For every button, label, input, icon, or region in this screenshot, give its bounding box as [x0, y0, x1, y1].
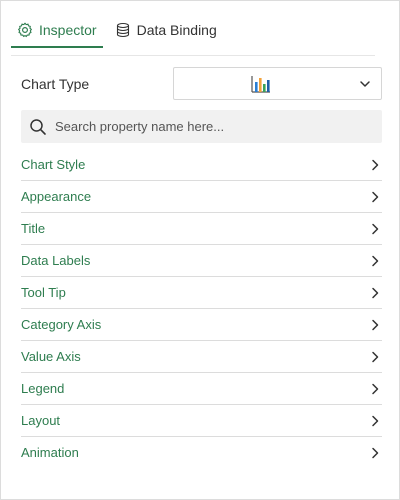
search-icon — [29, 118, 47, 136]
property-label: Value Axis — [21, 349, 81, 364]
tab-inspector-label: Inspector — [39, 21, 97, 38]
chevron-right-icon — [370, 382, 380, 400]
property-label: Chart Style — [21, 157, 86, 172]
search-input[interactable] — [53, 118, 367, 135]
tab-data-binding-label: Data Binding — [136, 21, 217, 38]
chevron-right-icon — [370, 446, 380, 464]
property-legend[interactable]: Legend — [21, 373, 382, 405]
property-label: Title — [21, 221, 46, 236]
property-label: Animation — [21, 445, 79, 460]
gear-icon — [17, 22, 33, 38]
property-search — [21, 110, 382, 143]
property-label: Legend — [21, 381, 65, 396]
chevron-right-icon — [370, 414, 380, 432]
property-category-axis[interactable]: Category Axis — [21, 309, 382, 341]
chevron-right-icon — [370, 318, 380, 336]
property-label: Layout — [21, 413, 61, 428]
database-icon — [115, 22, 131, 38]
property-list: Chart Style Appearance Title Data Labels… — [21, 149, 382, 469]
chevron-right-icon — [370, 286, 380, 304]
chevron-down-icon — [359, 77, 371, 95]
chevron-right-icon — [370, 350, 380, 368]
chevron-right-icon — [370, 190, 380, 208]
property-chart-style[interactable]: Chart Style — [21, 149, 382, 181]
chevron-right-icon — [370, 158, 380, 176]
property-title[interactable]: Title — [21, 213, 382, 245]
tab-inspector[interactable]: Inspector — [11, 13, 103, 48]
property-data-labels[interactable]: Data Labels — [21, 245, 382, 277]
property-appearance[interactable]: Appearance — [21, 181, 382, 213]
property-animation[interactable]: Animation — [21, 437, 382, 469]
property-label: Data Labels — [21, 253, 91, 268]
property-tool-tip[interactable]: Tool Tip — [21, 277, 382, 309]
bar-chart-icon — [251, 75, 271, 98]
tab-bar: Inspector Data Binding — [11, 13, 375, 56]
tab-data-binding[interactable]: Data Binding — [109, 13, 223, 46]
chevron-right-icon — [370, 254, 380, 272]
chart-type-dropdown[interactable] — [173, 67, 382, 100]
chart-type-row: Chart Type — [21, 67, 383, 100]
chevron-right-icon — [370, 222, 380, 240]
inspector-panel: Inspector Data Binding Chart Type Search… — [0, 0, 400, 500]
property-label: Category Axis — [21, 317, 102, 332]
property-label: Tool Tip — [21, 285, 66, 300]
property-value-axis[interactable]: Value Axis — [21, 341, 382, 373]
property-label: Appearance — [21, 189, 92, 204]
property-layout[interactable]: Layout — [21, 405, 382, 437]
chart-type-label: Chart Type — [21, 76, 90, 92]
